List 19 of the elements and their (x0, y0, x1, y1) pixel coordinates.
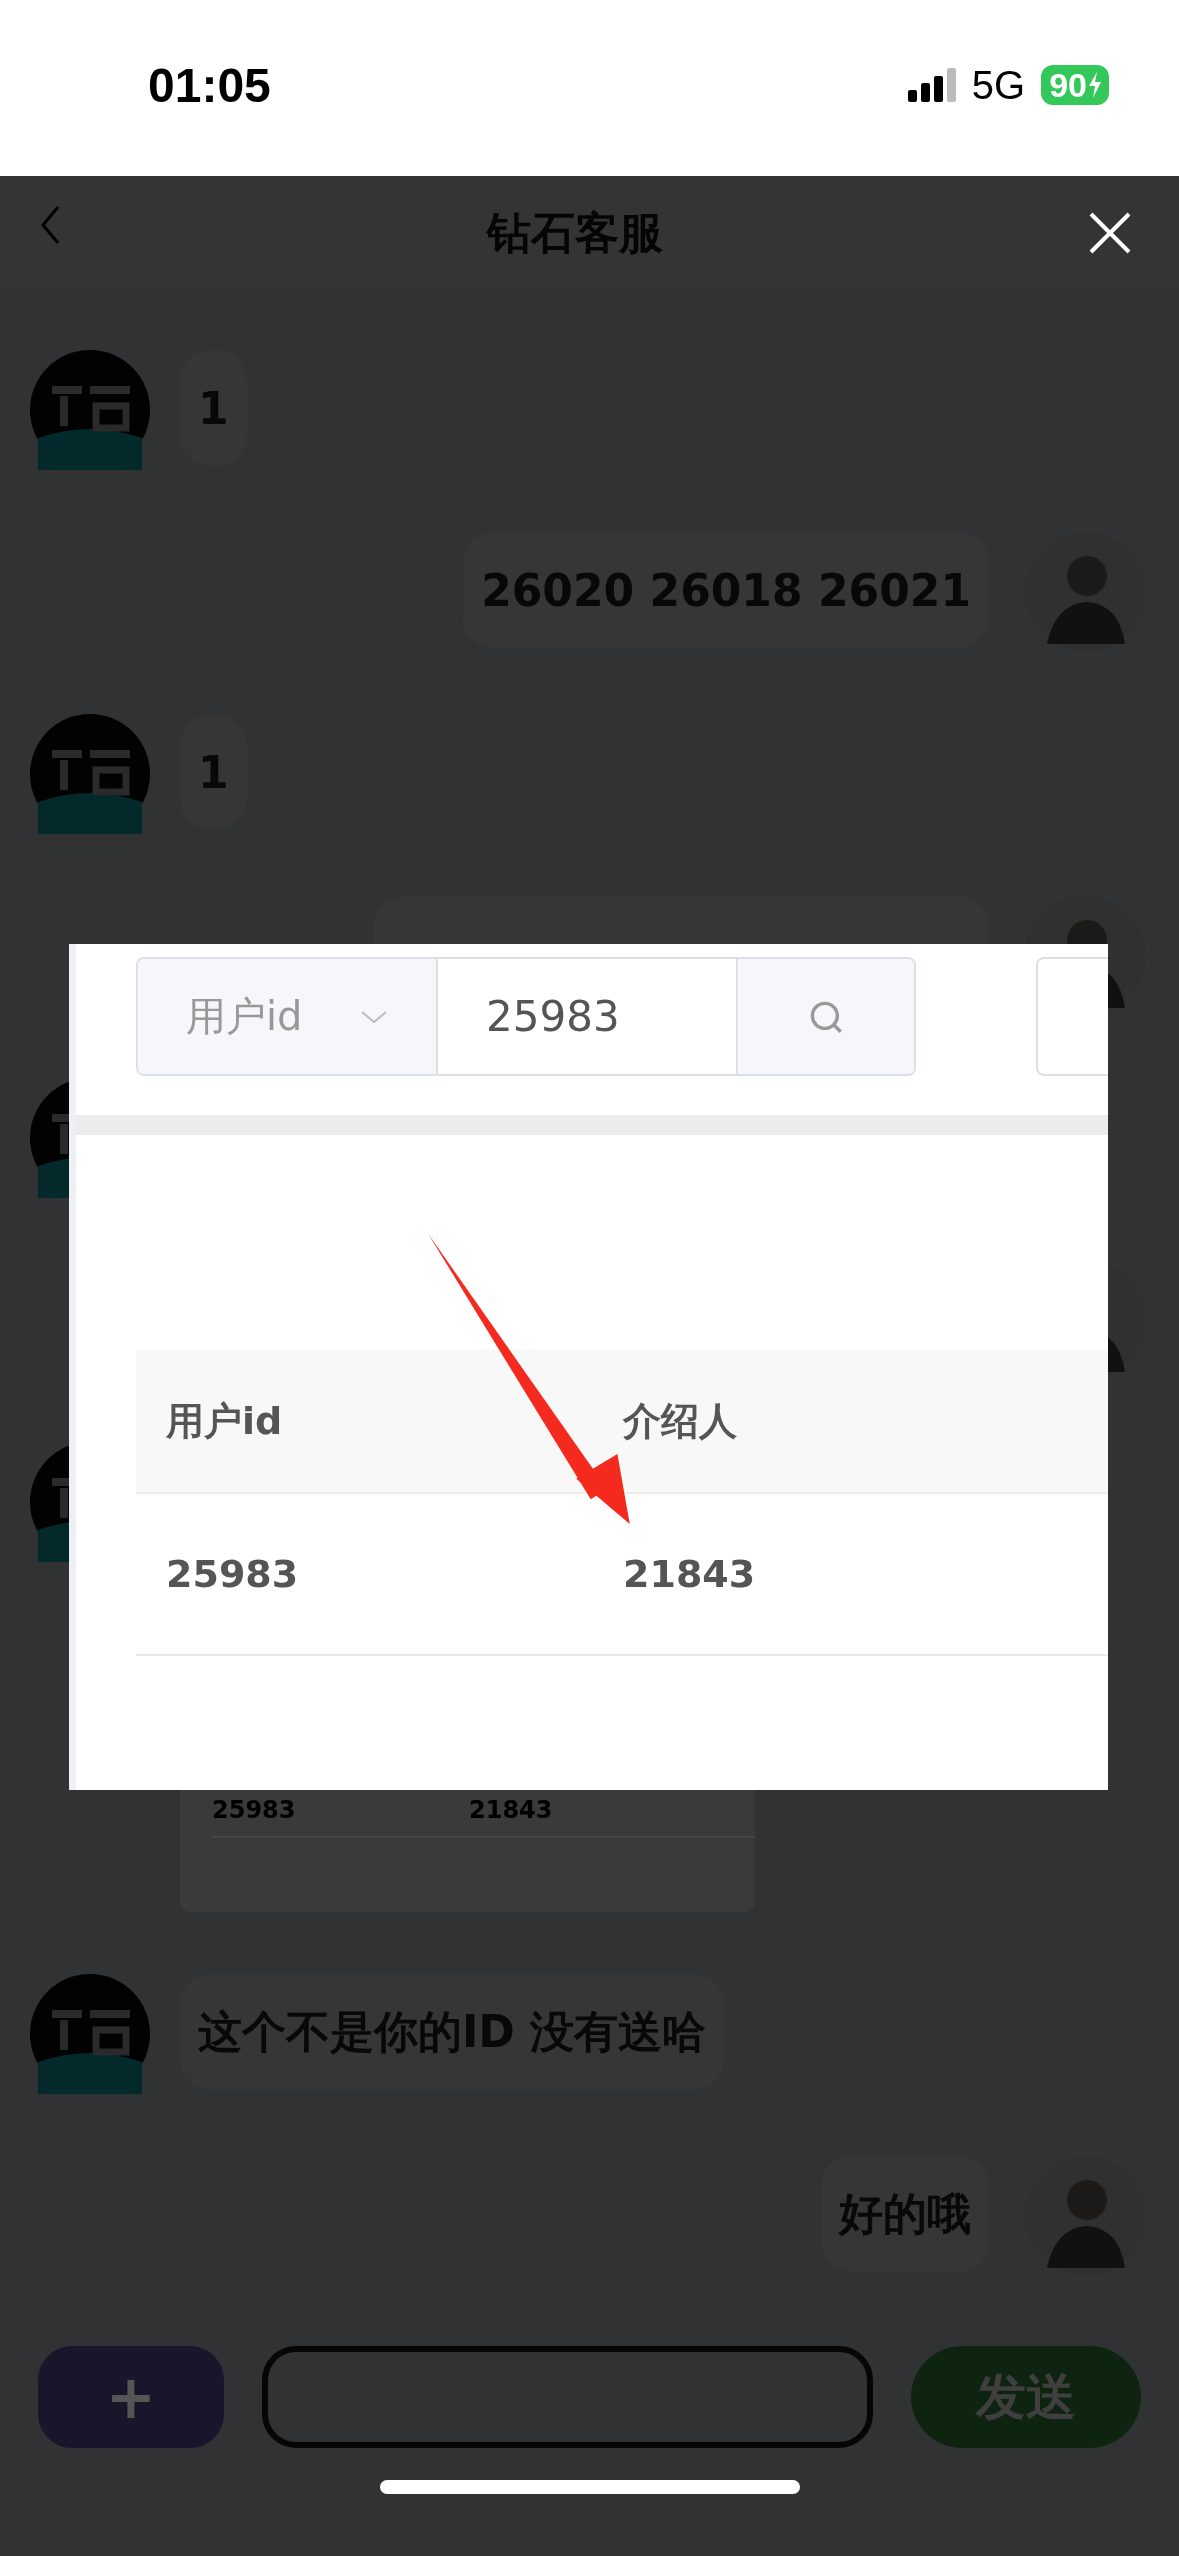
search-icon[interactable] (809, 999, 843, 1034)
filter-dropdown[interactable]: 用户id (186, 989, 303, 1044)
table-cell-text: 25983 (212, 1796, 297, 1824)
network-label: 5G (971, 62, 1026, 108)
close-icon[interactable] (1089, 212, 1131, 254)
message-input[interactable] (261, 2346, 874, 2448)
column-header: 介绍人 (622, 1397, 738, 1445)
table-cell-text: 25983 (165, 1552, 300, 1596)
back-icon[interactable] (40, 205, 60, 245)
column-header: 用户id (164, 1397, 284, 1445)
signal-icon (907, 68, 956, 102)
table-cell-text: 21843 (469, 1796, 554, 1824)
home-indicator[interactable] (379, 2480, 800, 2494)
add-button[interactable]: + (38, 2346, 224, 2448)
search-field[interactable]: 用户id 25983 (136, 957, 916, 1076)
battery-icon: 90 (1041, 65, 1109, 105)
status-time: 01:05 (148, 57, 271, 113)
chevron-icon[interactable] (360, 1009, 388, 1024)
table-cell-text: 21843 (622, 1552, 757, 1596)
